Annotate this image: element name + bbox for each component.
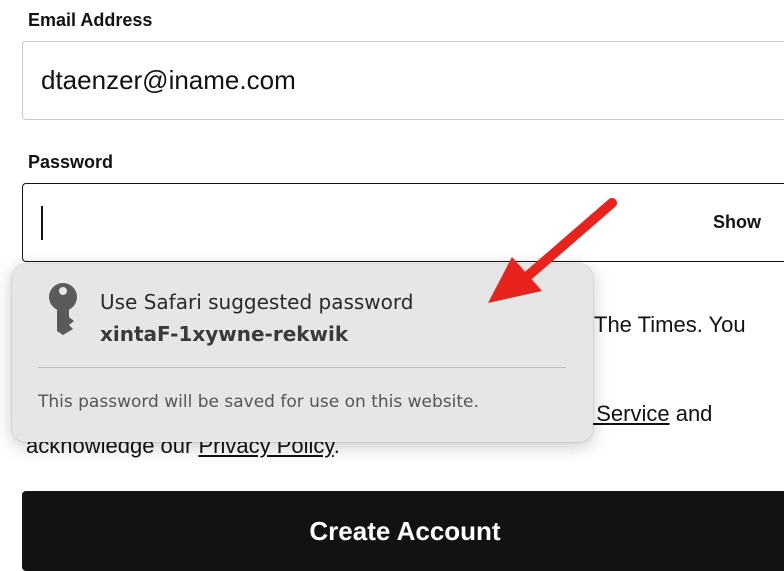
text-caret (41, 206, 43, 240)
email-value: dtaenzer@iname.com (41, 65, 296, 95)
arrow-annotation-icon (488, 198, 617, 303)
suggestion-title: Use Safari suggested password (100, 290, 414, 314)
key-icon (49, 283, 77, 335)
terms-text-line-1: The Times. You (594, 312, 746, 337)
password-label: Password (28, 152, 114, 172)
show-password-button[interactable]: Show (713, 212, 761, 233)
terms-text-line-2: f Service and (584, 401, 712, 427)
popup-divider (38, 367, 566, 368)
create-account-button[interactable]: Create Account (22, 491, 784, 571)
terms-text-and: and (669, 401, 713, 426)
terms-of-service-link[interactable]: f Service (584, 401, 670, 426)
email-field[interactable]: dtaenzer@iname.com (22, 41, 784, 120)
suggestion-note: This password will be saved for use on t… (38, 392, 479, 412)
suggested-password[interactable]: xintaF-1xywne-rekwik (100, 322, 348, 346)
email-label: Email Address (28, 10, 153, 30)
password-field[interactable]: Show (22, 183, 784, 262)
